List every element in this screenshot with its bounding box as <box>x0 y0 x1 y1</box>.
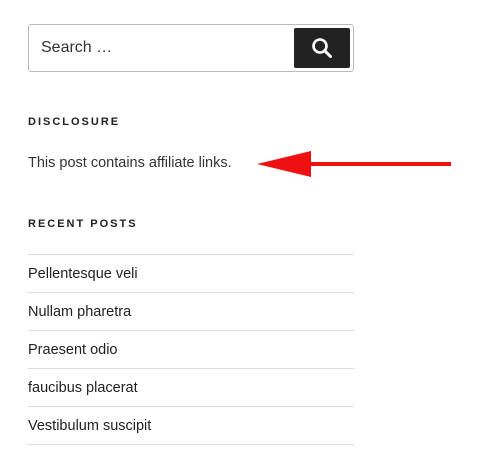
recent-post-link[interactable]: faucibus placerat <box>28 380 138 396</box>
list-item: faucibus placerat <box>28 369 354 407</box>
search-icon <box>312 38 332 58</box>
recent-posts-list: Pellentesque veli Nullam pharetra Praese… <box>28 254 354 445</box>
search-input[interactable]: Search … <box>41 25 112 71</box>
recent-post-link[interactable]: Vestibulum suscipit <box>28 418 151 434</box>
recent-post-link[interactable]: Pellentesque veli <box>28 266 138 282</box>
disclosure-heading: DISCLOSURE <box>28 116 121 128</box>
search-button[interactable] <box>294 28 350 68</box>
recent-post-link[interactable]: Praesent odio <box>28 342 117 358</box>
disclosure-text: This post contains affiliate links. <box>28 155 232 171</box>
search-form: Search … <box>28 24 354 72</box>
list-item: Pellentesque veli <box>28 255 354 293</box>
list-item: Nullam pharetra <box>28 293 354 331</box>
recent-posts-heading: RECENT POSTS <box>28 218 138 230</box>
recent-post-link[interactable]: Nullam pharetra <box>28 304 131 320</box>
list-item: Vestibulum suscipit <box>28 407 354 445</box>
list-item: Praesent odio <box>28 331 354 369</box>
red-arrow-annotation <box>257 151 451 177</box>
